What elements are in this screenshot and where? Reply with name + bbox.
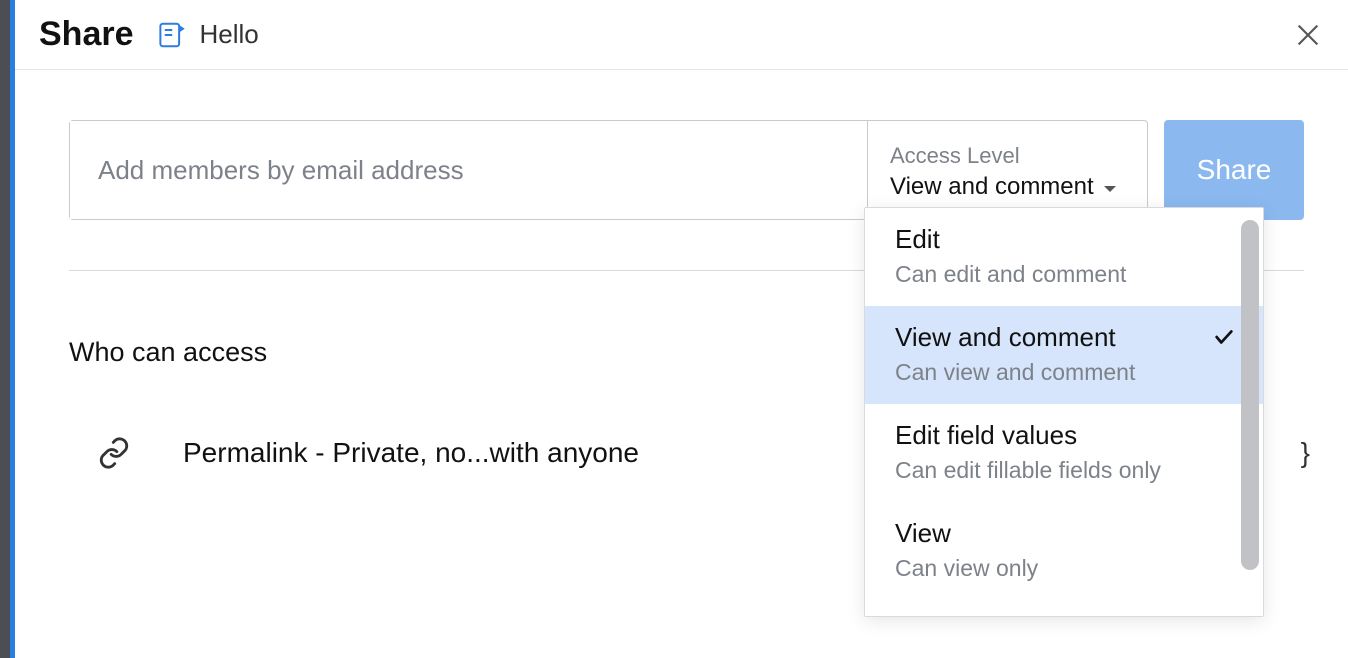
menu-item-view-and-comment[interactable]: View and comment Can view and comment: [865, 306, 1263, 404]
dialog-title: Share: [39, 15, 134, 54]
menu-item-view[interactable]: View Can view only: [865, 502, 1263, 600]
document-icon: [156, 20, 186, 50]
menu-item-desc: Can view only: [895, 555, 1237, 582]
add-members-row: Access Level View and comment Share: [69, 120, 1304, 220]
menu-item-edit-field-values[interactable]: Edit field values Can edit fillable fiel…: [865, 404, 1263, 502]
check-icon: [1213, 326, 1235, 348]
access-level-menu-list[interactable]: Edit Can edit and comment View and comme…: [865, 208, 1263, 616]
menu-scrollbar[interactable]: [1241, 220, 1259, 570]
menu-item-edit[interactable]: Edit Can edit and comment: [865, 208, 1263, 306]
access-level-label: Access Level: [890, 143, 1129, 169]
brace-glyph: }: [1301, 437, 1310, 469]
access-level-value: View and comment: [890, 173, 1094, 201]
menu-item-title: Edit: [895, 224, 1237, 255]
share-dialog: Share Hello Access Level: [10, 0, 1348, 658]
menu-item-title: Edit field values: [895, 420, 1237, 451]
menu-item-title: View: [895, 518, 1237, 549]
dialog-header: Share Hello: [15, 0, 1348, 70]
menu-item-desc: Can edit and comment: [895, 261, 1237, 288]
menu-item-desc: Can view and comment: [895, 359, 1237, 386]
access-level-select[interactable]: View and comment: [890, 173, 1129, 201]
add-members-input[interactable]: [70, 121, 867, 219]
access-level-column: Access Level View and comment: [867, 121, 1147, 219]
caret-down-icon: [1104, 186, 1116, 192]
add-members-box: Access Level View and comment: [69, 120, 1148, 220]
permalink-text: Permalink - Private, no...with anyone: [183, 437, 639, 469]
close-button[interactable]: [1294, 21, 1322, 49]
share-button[interactable]: Share: [1164, 120, 1304, 220]
menu-item-desc: Can edit fillable fields only: [895, 457, 1237, 484]
menu-item-title: View and comment: [895, 322, 1237, 353]
access-level-menu: Edit Can edit and comment View and comme…: [864, 207, 1264, 617]
link-icon: [97, 436, 131, 470]
document-name: Hello: [200, 19, 259, 50]
